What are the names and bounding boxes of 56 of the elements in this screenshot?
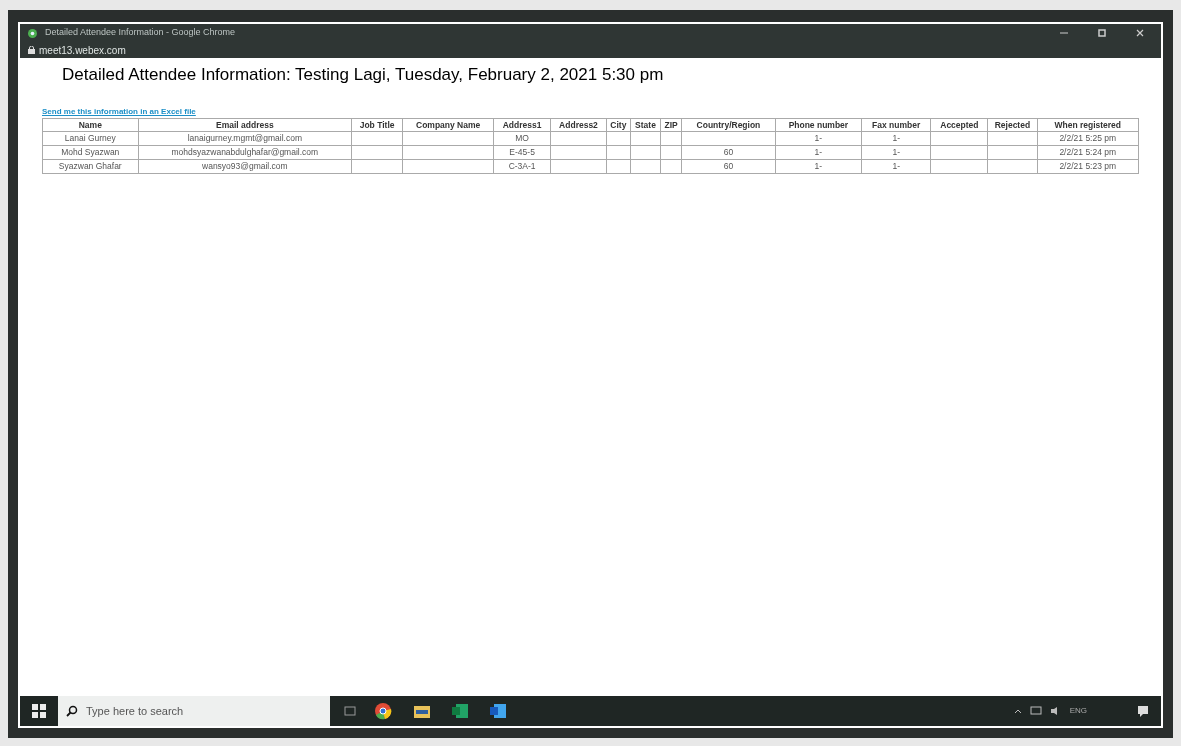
- folder-icon[interactable]: [414, 704, 430, 718]
- task-view-icon[interactable]: [344, 705, 356, 717]
- table-cell: 1-: [892, 133, 900, 143]
- page-heading: Detailed Attendee Information: Testing Lagi, Tuesday, February 2, 2021 5:30 pm: [62, 64, 665, 86]
- column-header: When registered: [1037, 118, 1139, 131]
- table-cell: C-3A-1: [508, 161, 536, 171]
- table-cell: 2/2/21 5:25 pm: [1059, 133, 1117, 143]
- table-cell: 60: [723, 147, 734, 157]
- close-icon[interactable]: [1135, 28, 1145, 38]
- search-placeholder: Type here to search: [86, 703, 184, 719]
- column-header: Company Name: [402, 118, 494, 131]
- table-cell: E-45-5: [509, 147, 535, 157]
- document-icon[interactable]: [490, 703, 506, 719]
- table-cell: 1-: [814, 147, 823, 157]
- search-icon: [66, 705, 78, 717]
- url-text: meet13.webex.com: [39, 43, 126, 58]
- table-cell: 1-: [892, 147, 900, 157]
- table-cell: 60: [723, 161, 734, 171]
- table-cell: mohdsyazwanabdulghafar@gmail.com: [171, 147, 319, 157]
- column-header: Country/Region: [681, 118, 776, 131]
- column-header: ZIP: [660, 118, 682, 131]
- column-header: Address2: [550, 118, 607, 131]
- table-cell: 1-: [892, 161, 900, 171]
- chrome-icon[interactable]: [374, 702, 392, 720]
- column-header: Fax number: [861, 118, 931, 131]
- column-header: Email address: [138, 118, 352, 131]
- window-title: Detailed Attendee Information - Google Chrome: [45, 26, 237, 40]
- column-header: Job Title: [351, 118, 403, 131]
- column-header: Address1: [493, 118, 551, 131]
- lock-icon: [28, 46, 35, 54]
- search-field[interactable]: Type here to search: [58, 696, 330, 726]
- table-cell: 2/2/21 5:23 pm: [1059, 161, 1117, 171]
- column-header: Rejected: [987, 118, 1037, 131]
- table-cell: 1-: [814, 133, 823, 143]
- table-cell: wansyo93@gmail.com: [202, 161, 288, 171]
- notification-icon[interactable]: [1137, 705, 1149, 717]
- column-header: State: [630, 118, 661, 131]
- column-header: Name: [42, 118, 139, 131]
- maximize-icon[interactable]: [1097, 28, 1107, 38]
- table-cell: Syazwan Ghafar: [58, 161, 122, 171]
- table-cell: lanaigurney.mgmt@gmail.com: [187, 133, 302, 143]
- table-cell: 1-: [814, 161, 823, 171]
- chevron-up-icon[interactable]: [1013, 708, 1022, 714]
- table-cell: Mohd Syazwan: [61, 147, 120, 157]
- address-bar[interactable]: meet13.webex.com: [20, 42, 1161, 58]
- browser-icon: [28, 28, 37, 38]
- table-cell: Lanai Gurney: [64, 133, 116, 143]
- table-cell: 2/2/21 5:24 pm: [1059, 147, 1117, 157]
- excel-link[interactable]: Send me this information in an Excel file: [42, 105, 196, 118]
- column-header: Phone number: [775, 118, 862, 131]
- column-header: City: [606, 118, 631, 131]
- spreadsheet-icon[interactable]: [452, 703, 468, 719]
- language-indicator[interactable]: ENG: [1069, 705, 1087, 717]
- table-cell: MO: [515, 133, 529, 143]
- column-header: Accepted: [931, 118, 988, 131]
- windows-start-icon[interactable]: [32, 704, 46, 718]
